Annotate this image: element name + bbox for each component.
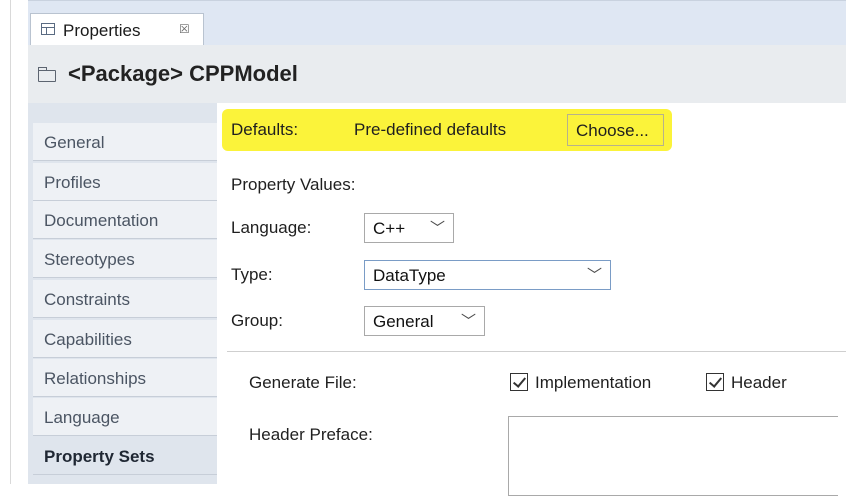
sidebar-item-label: General <box>44 133 105 152</box>
property-tabs-sidebar: General Profiles Documentation Stereotyp… <box>28 103 217 484</box>
defaults-value: Pre-defined defaults <box>354 120 507 139</box>
header-preface-label: Header Preface: <box>249 425 373 444</box>
sidebar-item-label: Profiles <box>44 173 101 192</box>
element-title-bar: <Package> CPPModel <box>28 45 846 103</box>
group-label: Group: <box>231 311 283 330</box>
type-select[interactable]: DataType ﹀ <box>364 260 611 290</box>
generate-file-label: Generate File: <box>249 373 357 392</box>
sidebar-item-label: Relationships <box>44 369 147 388</box>
section-divider <box>227 351 846 352</box>
sidebar-item-label: Stereotypes <box>44 250 135 269</box>
sidebar-item-property-sets[interactable]: Property Sets <box>33 437 217 475</box>
sidebar-item-label: Documentation <box>44 211 159 230</box>
language-select[interactable]: C++ ﹀ <box>364 213 454 243</box>
element-title: <Package> CPPModel <box>68 61 298 87</box>
language-value: C++ <box>373 219 406 238</box>
chevron-down-icon: ﹀ <box>460 313 476 330</box>
property-values-label: Property Values: <box>231 175 356 194</box>
defaults-label: Defaults: <box>231 120 299 139</box>
property-sets-panel: Defaults: Pre-defined defaults Choose...… <box>217 103 846 496</box>
chevron-down-icon: ﹀ <box>429 220 445 237</box>
implementation-label: Implementation <box>535 373 652 392</box>
header-preface-textarea[interactable] <box>508 416 838 496</box>
header-checkbox[interactable] <box>706 373 724 391</box>
properties-table-icon <box>41 23 55 35</box>
view-tab-bar: Properties ☒ <box>28 0 846 46</box>
tab-label: Properties <box>63 21 141 40</box>
element-name: CPPModel <box>189 61 298 86</box>
sidebar-item-general[interactable]: General <box>33 123 217 161</box>
group-value: General <box>373 312 434 331</box>
language-label: Language: <box>231 218 312 237</box>
choose-button-label: Choose... <box>576 121 649 140</box>
close-icon[interactable]: ☒ <box>179 22 190 36</box>
choose-defaults-button[interactable]: Choose... <box>567 114 664 146</box>
sidebar-item-language[interactable]: Language <box>33 398 217 436</box>
chevron-down-icon: ﹀ <box>586 267 602 284</box>
sidebar-item-label: Property Sets <box>44 447 155 466</box>
sidebar-item-relationships[interactable]: Relationships <box>33 359 217 397</box>
sidebar-item-profiles[interactable]: Profiles <box>33 163 217 201</box>
element-stereotype: <Package> <box>68 61 183 86</box>
gutter-edge <box>10 0 11 484</box>
sidebar-item-label: Constraints <box>44 290 130 309</box>
left-gutter <box>0 0 28 484</box>
implementation-checkbox[interactable] <box>510 373 528 391</box>
group-select[interactable]: General ﹀ <box>364 306 485 336</box>
properties-view: Properties ☒ <Package> CPPModel General … <box>28 0 846 496</box>
sidebar-item-constraints[interactable]: Constraints <box>33 280 217 318</box>
sidebar-item-label: Capabilities <box>44 330 132 349</box>
tab-properties[interactable]: Properties ☒ <box>30 13 204 45</box>
sidebar-item-documentation[interactable]: Documentation <box>33 201 217 239</box>
type-value: DataType <box>373 266 446 285</box>
header-label: Header <box>731 373 787 392</box>
package-folder-icon <box>38 67 56 82</box>
sidebar-item-label: Language <box>44 408 120 427</box>
sidebar-item-stereotypes[interactable]: Stereotypes <box>33 240 217 278</box>
sidebar-item-capabilities[interactable]: Capabilities <box>33 320 217 358</box>
type-label: Type: <box>231 265 273 284</box>
